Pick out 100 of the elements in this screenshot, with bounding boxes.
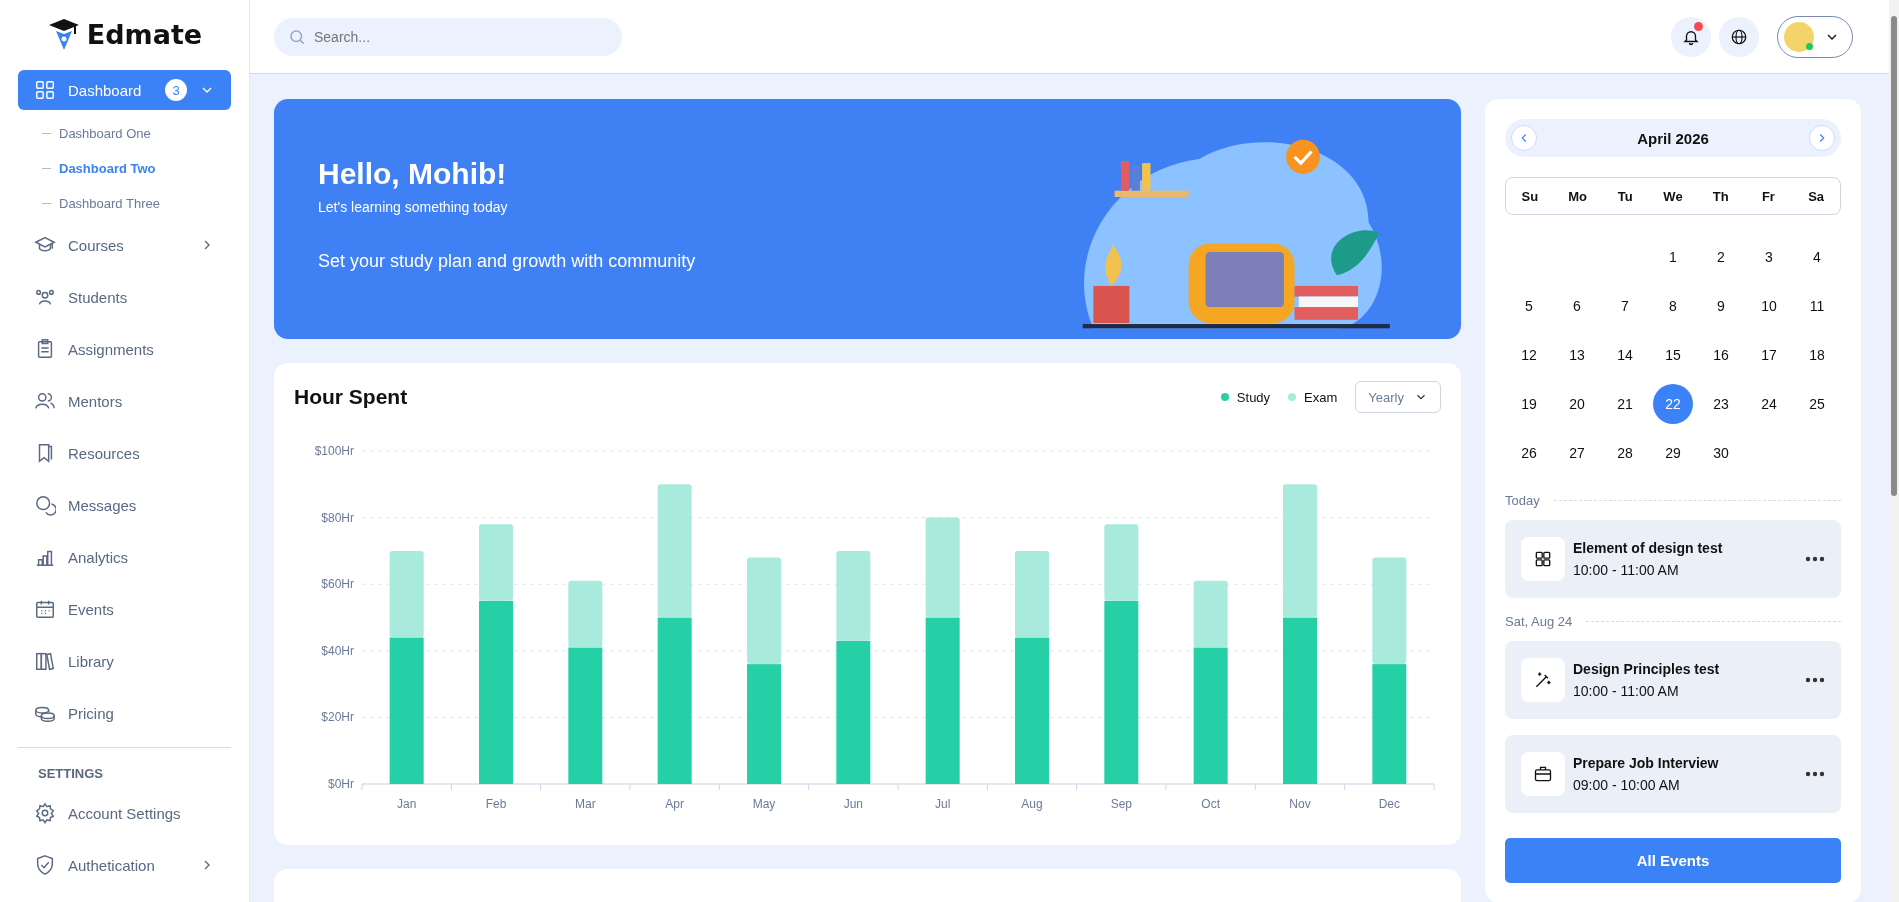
language-button[interactable] [1719,16,1759,57]
notification-button[interactable] [1671,16,1711,57]
nav-item[interactable]: Analytics [18,537,231,577]
calendar-day[interactable]: 21 [1605,384,1645,424]
nav-item[interactable]: Students [18,277,231,317]
axis-label: $80Hr [321,510,354,525]
more-options-icon[interactable] [1805,677,1825,683]
nav-item[interactable]: Events [18,589,231,629]
event-card[interactable]: Prepare Job Interview 09:00 - 10:00 AM [1505,735,1841,813]
axis-label: Apr [665,797,684,811]
axis-label: Jul [935,797,951,811]
date-heading: Today [1505,493,1540,508]
magic-wand-icon [1533,670,1553,690]
calendar-day[interactable]: 14 [1605,335,1645,375]
count-badge: 3 [165,79,187,101]
date-heading: Sat, Aug 24 [1505,614,1573,629]
shield-check-icon [34,854,56,876]
nav-item[interactable]: Account Settings [18,793,231,833]
calendar-day[interactable]: 2 [1701,237,1741,277]
calendar-day[interactable]: 6 [1557,286,1597,326]
grid-icon [1533,549,1553,569]
nav-item[interactable]: Pricing [18,693,231,733]
axis-label: Aug [1021,797,1043,811]
nav-item[interactable]: Authetication [18,845,231,885]
event-title: Prepare Job Interview [1573,755,1720,771]
nav-item[interactable]: Messages [18,485,231,525]
event-time: 10:00 - 11:00 AM [1573,562,1680,578]
calendar-day[interactable]: 7 [1605,286,1645,326]
banner-title: Hello, Mohib! [318,156,508,191]
axis-label: Sep [1110,797,1132,811]
calendar-day[interactable]: 27 [1557,433,1597,473]
event-card[interactable]: Design Principles test 10:00 - 11:00 AM [1505,641,1841,719]
weekday-label: We [1662,188,1684,204]
calendar-icon [34,598,56,620]
event-title: Design Principles test [1573,661,1721,677]
axis-label: Jun [843,797,863,811]
nav-item[interactable]: Library [18,641,231,681]
axis-label: Jan [397,797,417,811]
nav-item[interactable]: Assignments [18,329,231,369]
axis-label: Oct [1201,797,1220,811]
scrollbar[interactable] [1889,0,1899,902]
axis-label: Nov [1289,797,1311,811]
all-events-button[interactable]: All Events [1505,838,1841,883]
event-time: 09:00 - 10:00 AM [1573,777,1681,793]
calendar-day[interactable]: 16 [1701,335,1741,375]
calendar-day[interactable]: 8 [1653,286,1693,326]
globe-icon [1730,27,1748,46]
nav-item[interactable]: Dashboard 3 [18,70,231,110]
calendar-day[interactable]: 30 [1701,433,1741,473]
axis-label: $100Hr [314,444,354,458]
calendar-day[interactable]: 1 [1653,237,1693,277]
weekday-label: Th [1711,188,1730,204]
period-dropdown[interactable]: Yearly [1355,381,1441,413]
calendar-day[interactable]: 25 [1797,384,1837,424]
card-title: Hour Spent [294,385,408,409]
axis-label: $60Hr [321,577,354,592]
event-title: Element of design test [1573,540,1724,556]
grid-icon [34,79,56,101]
more-options-icon[interactable] [1805,556,1825,562]
weekday-label: Sa [1807,188,1826,204]
more-options-icon[interactable] [1805,771,1825,777]
calendar-day[interactable]: 28 [1605,433,1645,473]
calendar-day[interactable]: 10 [1749,286,1789,326]
avatar [1784,21,1814,52]
logo-text: Edmate [86,18,203,50]
axis-label: May [752,797,776,811]
axis-label: $40Hr [321,643,354,658]
calendar-day[interactable]: 3 [1749,237,1789,277]
calendar-day[interactable]: 24 [1749,384,1789,424]
calendar-day[interactable]: 23 [1701,384,1741,424]
search-icon [288,27,306,46]
calendar-day[interactable]: 19 [1509,384,1549,424]
user-menu-button[interactable] [1777,15,1853,58]
calendar-day[interactable]: 11 [1797,286,1837,326]
event-time: 10:00 - 11:00 AM [1573,683,1680,699]
calendar-day[interactable]: 5 [1509,286,1549,326]
calendar-day[interactable]: 4 [1797,237,1837,277]
submenu-item[interactable]: Dashboard One [42,116,231,151]
nav-item[interactable]: Courses [18,225,231,265]
calendar-day[interactable]: 22 [1653,384,1693,424]
submenu-item[interactable]: Dashboard Two [42,151,231,186]
settings-icon [34,802,56,824]
section-heading: SETTINGS [37,766,104,781]
axis-label: Feb [485,797,507,811]
submenu-item[interactable]: Dashboard Three [42,186,231,221]
calendar-day[interactable]: 18 [1797,335,1837,375]
search-field[interactable]: Search... [274,17,622,56]
calendar-day[interactable]: 17 [1749,335,1789,375]
event-card[interactable]: Element of design test 10:00 - 11:00 AM [1505,520,1841,598]
calendar-day[interactable]: 20 [1557,384,1597,424]
nav-item[interactable]: Mentors [18,381,231,421]
banner-subtitle: Let's learning something today [318,198,509,215]
calendar-day[interactable]: 9 [1701,286,1741,326]
calendar-day[interactable]: 15 [1653,335,1693,375]
nav-item[interactable]: Resources [18,433,231,473]
calendar-day[interactable]: 29 [1653,433,1693,473]
calendar-day[interactable]: 13 [1557,335,1597,375]
calendar-day[interactable]: 26 [1509,433,1549,473]
books-icon [34,650,56,672]
calendar-day[interactable]: 12 [1509,335,1549,375]
